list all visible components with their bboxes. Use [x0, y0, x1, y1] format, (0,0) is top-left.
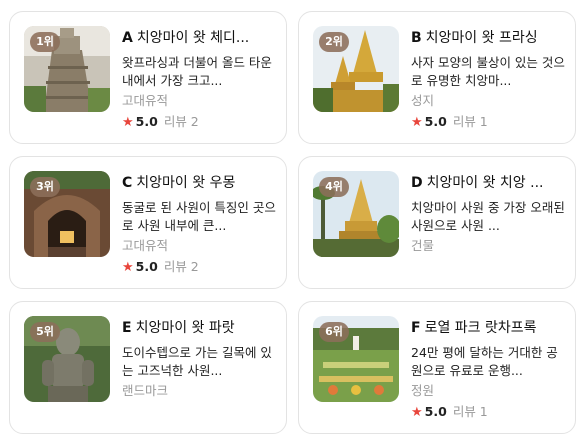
- place-title[interactable]: F 로열 파크 랏차프록: [411, 318, 567, 338]
- place-letter: E: [122, 320, 132, 336]
- rating-row: ★ 5.0 리뷰 2: [122, 258, 278, 277]
- star-icon: ★: [122, 115, 134, 130]
- place-category: 고대유적: [122, 93, 169, 108]
- ruined-chedi-photo: 1위: [24, 26, 110, 112]
- rating-score: 5.0: [135, 114, 158, 129]
- place-category: 정원: [411, 383, 435, 398]
- rating-score: 5.0: [424, 114, 447, 129]
- place-category: 성지: [411, 93, 435, 108]
- rank-badge: 6위: [319, 322, 349, 342]
- rating-score: 5.0: [135, 259, 158, 274]
- place-description: 치앙마이 사원 중 가장 오래된 사원으로 사원 ...: [411, 200, 565, 233]
- place-description: 도이수텝으로 가는 길목에 있는 고즈넉한 사원...: [122, 345, 272, 378]
- place-description: 24만 평에 달하는 거대한 공원으로 유료로 운행...: [411, 345, 558, 378]
- place-name: 치앙마이 왓 체디...: [136, 30, 250, 46]
- place-card-4[interactable]: 4위 D 치앙마이 왓 치앙 ... 치앙마이 사원 중 가장 오래된 사원으로 …: [298, 156, 576, 289]
- star-icon: ★: [411, 405, 423, 420]
- place-title[interactable]: D 치앙마이 왓 치앙 ...: [411, 173, 567, 193]
- rank-badge: 3위: [30, 177, 60, 197]
- rating-row: ★ 5.0 리뷰 2: [122, 113, 278, 132]
- place-letter: B: [411, 30, 422, 46]
- place-letter: D: [411, 175, 423, 191]
- place-card-1[interactable]: 1위 A 치앙마이 왓 체디... 왓프라싱과 더불어 올드 타운 내에서 가장 …: [9, 11, 287, 144]
- star-icon: ★: [411, 115, 423, 130]
- place-name: 치앙마이 왓 파랏: [135, 320, 235, 336]
- tunnel-temple-photo: 3위: [24, 171, 110, 257]
- review-count: 리뷰 2: [163, 259, 199, 274]
- rating-score: 5.0: [424, 404, 447, 419]
- place-name: 치앙마이 왓 우몽: [136, 175, 236, 191]
- place-category: 건물: [411, 238, 435, 253]
- place-card-3[interactable]: 3위 C 치앙마이 왓 우몽 동굴로 된 사원이 특징인 곳으로 사원 내부에 큰…: [9, 156, 287, 289]
- place-title[interactable]: A 치앙마이 왓 체디...: [122, 28, 278, 48]
- place-card-5[interactable]: 5위 E 치앙마이 왓 파랏 도이수텝으로 가는 길목에 있는 고즈넉한 사원..…: [9, 301, 287, 434]
- star-icon: ★: [122, 260, 134, 275]
- golden-chedi-palms-photo: 4위: [313, 171, 399, 257]
- place-name: 치앙마이 왓 프라싱: [425, 30, 538, 46]
- golden-stupa-photo: 2위: [313, 26, 399, 112]
- review-count: 리뷰 2: [163, 114, 199, 129]
- place-card-2[interactable]: 2위 B 치앙마이 왓 프라싱 사자 모양의 불상이 있는 것으로 유명한 치앙마…: [298, 11, 576, 144]
- place-name: 치앙마이 왓 치앙 ...: [426, 175, 544, 191]
- place-letter: F: [411, 320, 421, 336]
- rating-row: ★ 5.0 리뷰 1: [411, 403, 567, 422]
- place-title[interactable]: E 치앙마이 왓 파랏: [122, 318, 278, 338]
- place-card-6[interactable]: 6위 F 로열 파크 랏차프록 24만 평에 달하는 거대한 공원으로 유료로 운…: [298, 301, 576, 434]
- rating-row: ★ 5.0 리뷰 1: [411, 113, 567, 132]
- royal-park-garden-photo: 6위: [313, 316, 399, 402]
- place-description: 사자 모양의 불상이 있는 것으로 유명한 치앙마...: [411, 55, 565, 88]
- place-title[interactable]: B 치앙마이 왓 프라싱: [411, 28, 567, 48]
- review-count: 리뷰 1: [452, 404, 488, 419]
- place-title[interactable]: C 치앙마이 왓 우몽: [122, 173, 278, 193]
- rank-badge: 5위: [30, 322, 60, 342]
- review-count: 리뷰 1: [452, 114, 488, 129]
- place-letter: A: [122, 30, 133, 46]
- place-category: 랜드마크: [122, 383, 169, 398]
- place-name: 로열 파크 랏차프록: [424, 320, 537, 336]
- place-letter: C: [122, 175, 133, 191]
- rank-badge: 1위: [30, 32, 60, 52]
- stone-statue-photo: 5위: [24, 316, 110, 402]
- place-category: 고대유적: [122, 238, 169, 253]
- place-description: 왓프라싱과 더불어 올드 타운 내에서 가장 크고...: [122, 55, 272, 88]
- place-description: 동굴로 된 사원이 특징인 곳으로 사원 내부에 큰...: [122, 200, 276, 233]
- rank-badge: 2위: [319, 32, 349, 52]
- rank-badge: 4위: [319, 177, 349, 197]
